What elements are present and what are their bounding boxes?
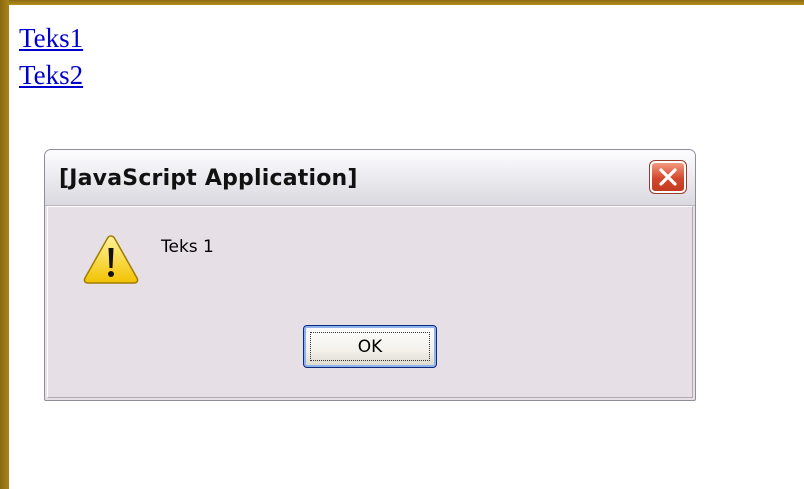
window-frame-top <box>0 0 804 5</box>
alert-dialog: [JavaScript Application] Teks 1 OK <box>44 149 696 401</box>
dialog-title: [JavaScript Application] <box>59 166 358 191</box>
close-icon <box>659 168 677 186</box>
warning-icon <box>83 235 139 284</box>
dialog-body: Teks 1 OK <box>47 206 693 398</box>
window-frame-left <box>0 0 9 489</box>
focus-ring <box>310 332 430 361</box>
link-list: Teks1 Teks2 <box>19 20 83 94</box>
dialog-message: Teks 1 <box>161 237 214 257</box>
close-button[interactable] <box>649 160 687 194</box>
dialog-titlebar[interactable]: [JavaScript Application] <box>45 150 695 206</box>
link-teks2[interactable]: Teks2 <box>19 57 83 94</box>
ok-button[interactable]: OK <box>303 325 437 368</box>
link-teks1[interactable]: Teks1 <box>19 20 83 57</box>
